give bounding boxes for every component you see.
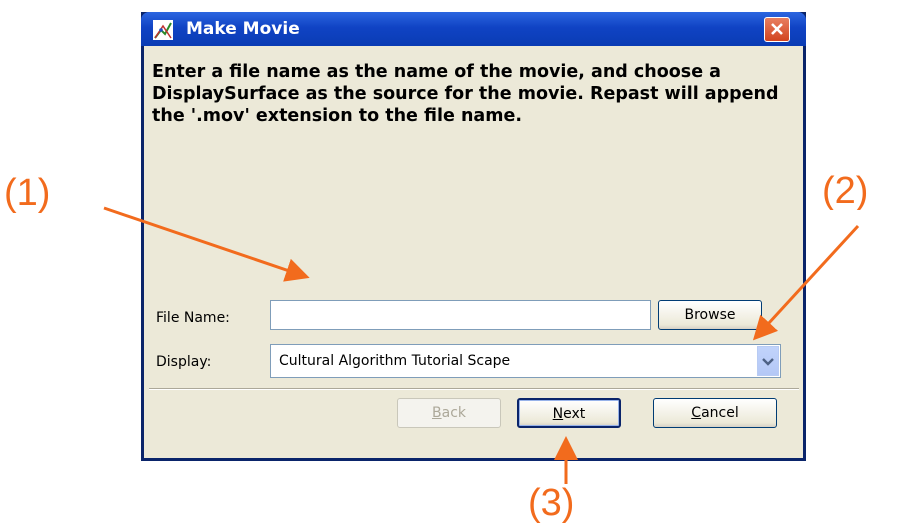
- browse-button[interactable]: Browse: [658, 300, 762, 330]
- separator-highlight: [149, 389, 799, 390]
- dialog-body: Enter a file name as the name of the mov…: [144, 46, 803, 458]
- repast-app-icon: [153, 20, 173, 40]
- make-movie-dialog: Make Movie Enter a file name as the name…: [141, 12, 806, 461]
- back-button[interactable]: Back: [397, 398, 501, 428]
- display-selected-value: Cultural Algorithm Tutorial Scape: [279, 353, 511, 369]
- display-dropdown-button[interactable]: [757, 346, 779, 376]
- cancel-button[interactable]: Cancel: [653, 398, 777, 428]
- cancel-mnemonic: C: [691, 405, 702, 421]
- next-label: ext: [563, 406, 586, 422]
- next-button[interactable]: Next: [517, 398, 621, 428]
- window-title: Make Movie: [186, 19, 300, 39]
- title-bar[interactable]: Make Movie: [141, 12, 806, 46]
- callout-1: (1): [4, 172, 51, 214]
- instructions-text: Enter a file name as the name of the mov…: [152, 62, 779, 126]
- callout-2: (2): [822, 172, 869, 210]
- back-label: ack: [441, 405, 466, 421]
- back-mnemonic: B: [432, 405, 442, 421]
- next-mnemonic: N: [552, 406, 564, 422]
- display-label: Display:: [156, 354, 212, 370]
- close-button[interactable]: [764, 17, 790, 42]
- callout-3: (3): [528, 482, 575, 524]
- file-name-label: File Name:: [156, 310, 230, 326]
- file-name-input[interactable]: [270, 300, 651, 330]
- display-select[interactable]: Cultural Algorithm Tutorial Scape: [270, 344, 781, 378]
- cancel-label: ancel: [701, 405, 739, 421]
